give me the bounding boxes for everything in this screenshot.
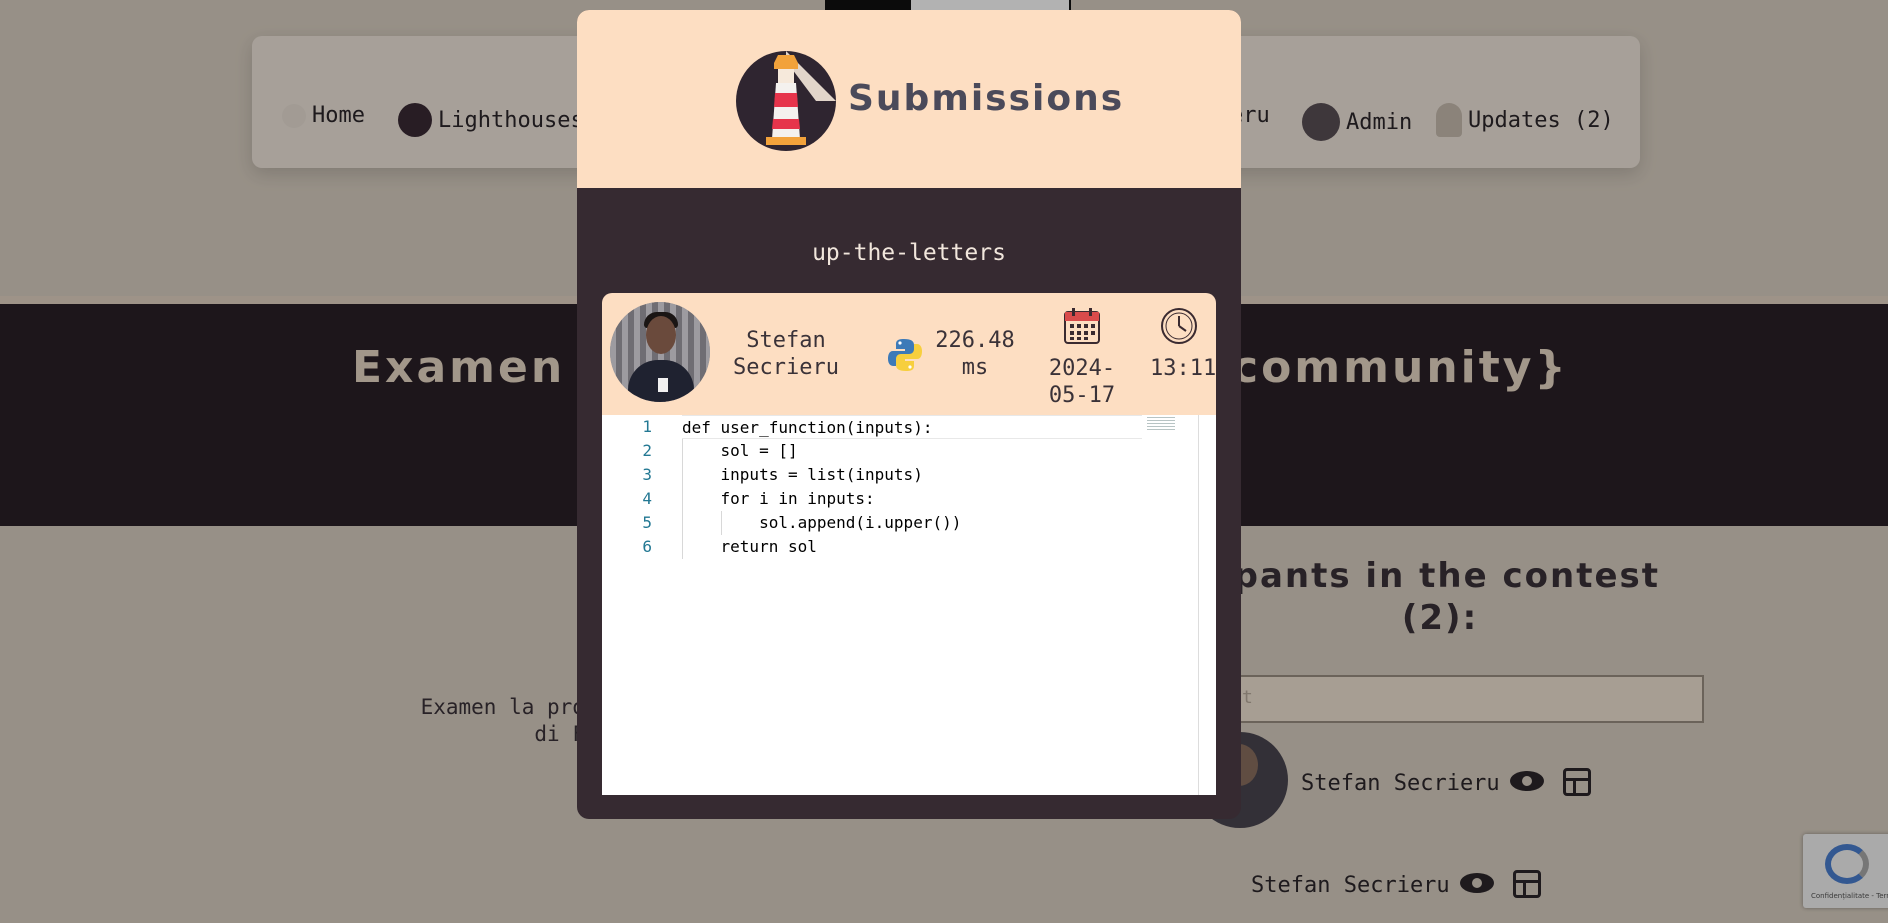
line-number: 2 [642, 441, 652, 460]
code-line: return sol [682, 537, 817, 556]
indent-guide [682, 439, 683, 559]
calendar-icon [1064, 308, 1100, 344]
code-line: sol.append(i.upper()) [682, 513, 962, 532]
submission-time: 13:11 [1150, 356, 1217, 381]
execution-time: 226.48 ms [935, 328, 1015, 380]
code-line: inputs = list(inputs) [682, 465, 923, 484]
line-number: 1 [642, 417, 652, 436]
minimap[interactable] [1147, 417, 1175, 431]
code-editor[interactable]: 1 2 3 4 5 6 def user_function(inputs): s… [602, 415, 1216, 795]
line-numbers: 1 2 3 4 5 6 [602, 415, 682, 559]
indent-guide [721, 511, 722, 535]
submission-date: 2024-05-17 [1048, 356, 1116, 408]
submission-card: Stefan Secrieru 226.48 ms 2024-05-17 13:… [602, 293, 1216, 415]
modal-header: Submissions [577, 10, 1241, 188]
line-number: 4 [642, 489, 652, 508]
clock-icon [1161, 308, 1197, 344]
python-icon [888, 339, 922, 371]
modal-title: Submissions [848, 78, 1125, 119]
lighthouse-logo-icon [736, 51, 836, 151]
problem-name: up-the-letters [812, 240, 1006, 266]
code-line: def user_function(inputs): [682, 415, 1142, 439]
code-line: sol = [] [682, 441, 798, 460]
avatar [610, 302, 710, 402]
line-number: 3 [642, 465, 652, 484]
submission-user: Stefan Secrieru [733, 328, 839, 380]
scrollbar[interactable] [1198, 415, 1199, 795]
line-number: 6 [642, 537, 652, 556]
code-line: for i in inputs: [682, 489, 875, 508]
code-content[interactable]: def user_function(inputs): sol = [] inpu… [682, 415, 1142, 559]
line-number: 5 [642, 513, 652, 532]
submissions-modal: Submissions up-the-letters Stefan Secrie… [577, 10, 1241, 819]
